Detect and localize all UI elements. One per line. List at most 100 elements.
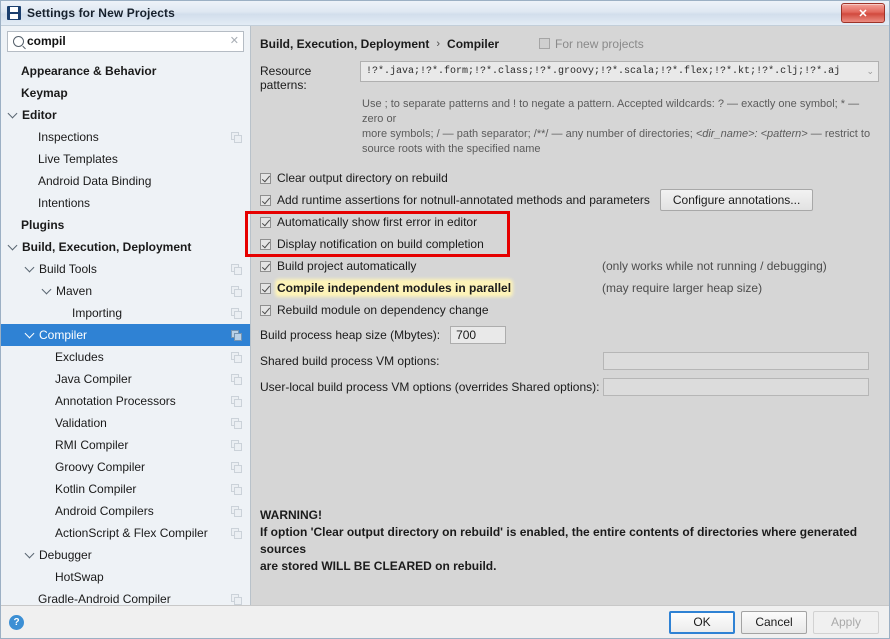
sidebar-item-annotation-processors[interactable]: Annotation Processors <box>1 390 250 412</box>
clear-search-icon[interactable]: ✕ <box>230 36 239 47</box>
checkbox-row[interactable]: Automatically show first error in editor <box>260 211 879 233</box>
sidebar-item-android-compilers[interactable]: Android Compilers <box>1 500 250 522</box>
checkbox-icon[interactable] <box>260 304 271 316</box>
sidebar-item-build-tools[interactable]: Build Tools <box>1 258 250 280</box>
sidebar-item-debugger[interactable]: Debugger <box>1 544 250 566</box>
copy-settings-icon[interactable] <box>231 374 242 385</box>
breadcrumb: Build, Execution, Deployment › Compiler … <box>260 35 879 52</box>
settings-tree[interactable]: Appearance & Behavior Keymap Editor Inspect… <box>1 57 250 605</box>
local-vm-input[interactable] <box>603 378 869 396</box>
warning-line-2: are stored WILL BE CLEARED on rebuild. <box>260 559 497 573</box>
checkbox-row[interactable]: Clear output directory on rebuild <box>260 167 879 189</box>
checkbox-label: Compile independent modules in parallel <box>277 281 512 295</box>
copy-settings-icon[interactable] <box>231 528 242 539</box>
checkbox-row[interactable]: Add runtime assertions for notnull-annot… <box>260 189 879 211</box>
search-input[interactable]: compil ✕ <box>7 31 244 52</box>
sidebar-item-rmi-compiler[interactable]: RMI Compiler <box>1 434 250 456</box>
checkbox-row[interactable]: Compile independent modules in parallel (… <box>260 277 879 299</box>
search-area: compil ✕ <box>1 26 250 57</box>
sidebar-item-maven[interactable]: Maven <box>1 280 250 302</box>
heap-size-input[interactable]: 700 <box>450 326 507 344</box>
compiler-settings-panel: Build, Execution, Deployment › Compiler … <box>251 26 889 605</box>
checkbox-hint: (only works while not running / debuggin… <box>602 259 827 273</box>
copy-settings-icon[interactable] <box>231 286 242 297</box>
checkbox-row[interactable]: Rebuild module on dependency change <box>260 299 879 321</box>
copy-settings-icon[interactable] <box>231 418 242 429</box>
sidebar-item-label: RMI Compiler <box>55 438 129 452</box>
sidebar-item-keymap[interactable]: Keymap <box>1 82 250 104</box>
sidebar-item-inspections[interactable]: Inspections <box>1 126 250 148</box>
sidebar-item-hotswap[interactable]: HotSwap <box>1 566 250 588</box>
cancel-button[interactable]: Cancel <box>741 610 807 634</box>
sidebar-item-intentions[interactable]: Intentions <box>1 192 250 214</box>
sidebar-item-appearance-behavior[interactable]: Appearance & Behavior <box>1 60 250 82</box>
checkbox-icon[interactable] <box>260 194 271 206</box>
checkbox-icon[interactable] <box>260 238 271 250</box>
close-icon[interactable]: ✕ <box>841 3 885 23</box>
copy-settings-icon[interactable] <box>231 396 242 407</box>
chevron-down-icon[interactable] <box>7 240 18 250</box>
expand-icon[interactable]: ⌄ <box>866 66 874 77</box>
sidebar-item-label: Gradle-Android Compiler <box>38 592 171 605</box>
sidebar-item-android-data-binding[interactable]: Android Data Binding <box>1 170 250 192</box>
sidebar-item-java-compiler[interactable]: Java Compiler <box>1 368 250 390</box>
copy-settings-icon[interactable] <box>231 308 242 319</box>
checkbox-icon[interactable] <box>260 172 271 184</box>
sidebar-item-excludes[interactable]: Excludes <box>1 346 250 368</box>
chevron-down-icon[interactable] <box>24 328 35 338</box>
checkbox-icon[interactable] <box>260 216 271 228</box>
sidebar-item-kotlin-compiler[interactable]: Kotlin Compiler <box>1 478 250 500</box>
sidebar-item-actionscript-flex-compiler[interactable]: ActionScript & Flex Compiler <box>1 522 250 544</box>
help-line-3: source roots with the specified name <box>362 143 541 155</box>
sidebar-item-label: HotSwap <box>55 570 104 584</box>
local-vm-row: User-local build process VM options (ove… <box>260 375 879 399</box>
copy-settings-icon[interactable] <box>231 352 242 363</box>
chevron-down-icon[interactable] <box>24 548 35 558</box>
sidebar-item-groovy-compiler[interactable]: Groovy Compiler <box>1 456 250 478</box>
chevron-down-icon[interactable] <box>24 262 35 272</box>
copy-settings-icon[interactable] <box>231 330 242 341</box>
sidebar-item-label: Android Compilers <box>55 504 154 518</box>
apply-button[interactable]: Apply <box>813 610 879 634</box>
chevron-down-icon[interactable] <box>41 284 52 294</box>
search-value: compil <box>27 34 66 48</box>
shared-vm-input[interactable] <box>603 352 869 370</box>
copy-settings-icon[interactable] <box>231 484 242 495</box>
copy-settings-icon[interactable] <box>231 264 242 275</box>
copy-settings-icon[interactable] <box>231 440 242 451</box>
sidebar-item-build-execution-deployment[interactable]: Build, Execution, Deployment <box>1 236 250 258</box>
resource-patterns-input[interactable]: !?*.java;!?*.form;!?*.class;!?*.groovy;!… <box>360 61 879 82</box>
sidebar-item-editor[interactable]: Editor <box>1 104 250 126</box>
sidebar-item-gradle-android-compiler[interactable]: Gradle-Android Compiler <box>1 588 250 605</box>
copy-settings-icon[interactable] <box>231 594 242 605</box>
sidebar-item-validation[interactable]: Validation <box>1 412 250 434</box>
checkbox-icon[interactable] <box>260 260 271 272</box>
sidebar-item-label: Groovy Compiler <box>55 460 146 474</box>
configure-annotations-button[interactable]: Configure annotations... <box>659 189 814 211</box>
copy-settings-icon[interactable] <box>231 506 242 517</box>
checkbox-row[interactable]: Build project automatically (only works w… <box>260 255 879 277</box>
checkbox-icon[interactable] <box>260 282 271 294</box>
sidebar-item-importing[interactable]: Importing <box>1 302 250 324</box>
heap-size-row: Build process heap size (Mbytes): 700 <box>260 323 879 347</box>
help-icon[interactable]: ? <box>9 614 24 630</box>
breadcrumb-parent[interactable]: Build, Execution, Deployment <box>260 37 429 51</box>
chevron-down-icon[interactable] <box>7 108 18 118</box>
copy-settings-icon[interactable] <box>231 132 242 143</box>
breadcrumb-separator: › <box>436 37 441 50</box>
checkbox-label: Add runtime assertions for notnull-annot… <box>277 193 650 207</box>
checkbox-label: Clear output directory on rebuild <box>277 171 448 185</box>
help-line-2: more symbols; / — path separator; /**/ —… <box>362 127 879 142</box>
sidebar-item-plugins[interactable]: Plugins <box>1 214 250 236</box>
checkbox-row[interactable]: Display notification on build completion <box>260 233 879 255</box>
ok-button[interactable]: OK <box>669 610 735 634</box>
copy-settings-icon[interactable] <box>231 462 242 473</box>
title-bar: Settings for New Projects ✕ <box>1 1 889 26</box>
sidebar-item-label: Editor <box>22 108 57 122</box>
sidebar-item-live-templates[interactable]: Live Templates <box>1 148 250 170</box>
sidebar-item-compiler[interactable]: Compiler <box>1 324 250 346</box>
sidebar-item-label: Keymap <box>21 86 68 100</box>
